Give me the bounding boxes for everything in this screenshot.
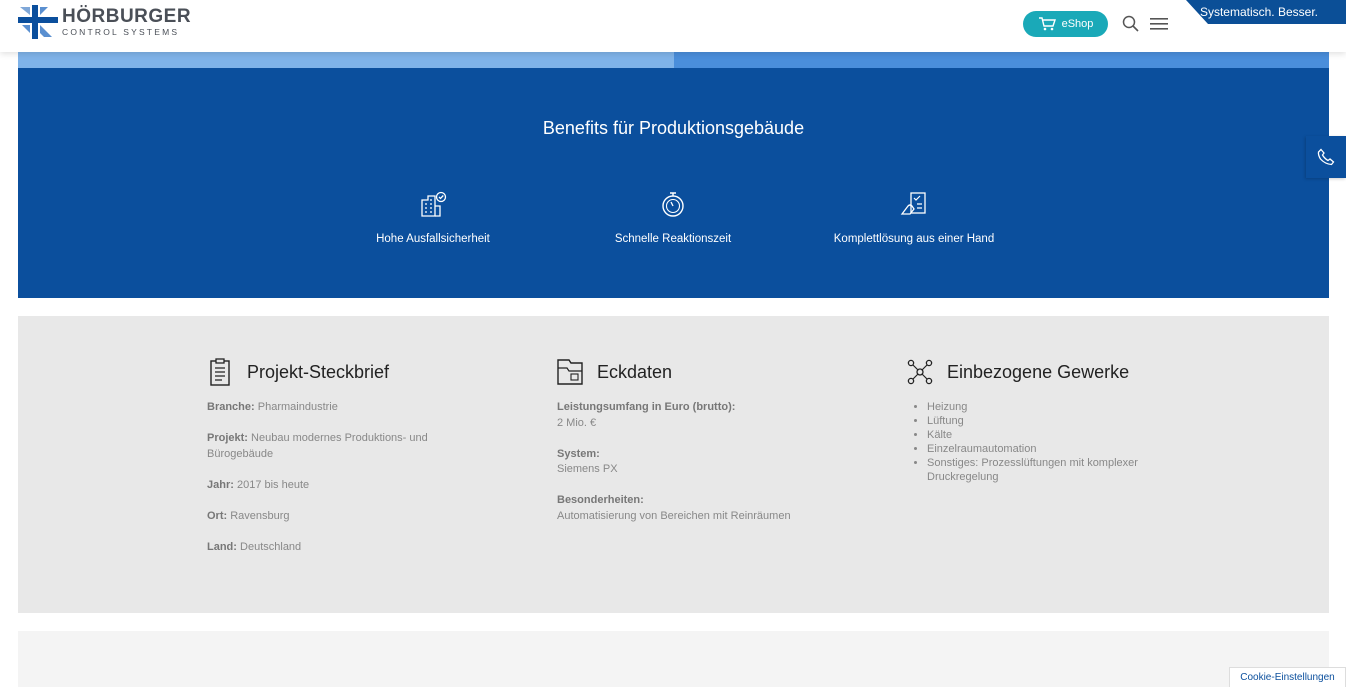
cookie-settings-button[interactable]: Cookie-Einstellungen xyxy=(1229,667,1346,687)
benefit-label: Schnelle Reaktionszeit xyxy=(614,233,732,245)
phone-contact-button[interactable] xyxy=(1306,136,1346,178)
ort-row: Ort: Ravensburg xyxy=(207,509,290,522)
logo-mark-icon xyxy=(18,5,58,39)
logo[interactable]: HÖRBURGER CONTROL SYSTEMS xyxy=(18,5,191,39)
list-item: Heizung xyxy=(927,400,1157,414)
projekt-row: Projekt: Neubau modernes Produktions- un… xyxy=(207,432,428,460)
logo-name: HÖRBURGER xyxy=(62,6,192,27)
project-info-section: Projekt-Steckbrief Branche: Pharmaindust… xyxy=(18,316,1329,613)
branche-row: Branche: Pharmaindustrie xyxy=(207,401,338,413)
network-icon xyxy=(907,359,933,385)
stopwatch-icon xyxy=(662,192,684,217)
benefit-label: Hohe Ausfallsicherheit xyxy=(376,233,490,245)
land-row: Land: Deutschland xyxy=(207,540,302,553)
folder-icon xyxy=(557,359,583,385)
benefit-item: Komplettlösung aus einer Hand xyxy=(804,190,1024,245)
cart-icon xyxy=(1038,17,1056,31)
tab-strip-right[interactable] xyxy=(674,52,1329,68)
eshop-label: eShop xyxy=(1061,18,1094,30)
hand-checklist-icon xyxy=(900,192,926,215)
eckdaten-title: Eckdaten xyxy=(597,361,673,382)
tab-strip-left[interactable] xyxy=(18,52,674,68)
eckdaten-column: Eckdaten Leistungsumfang in Euro (brutto… xyxy=(557,356,837,540)
benefits-title: Benefits für Produktionsgebäude xyxy=(542,118,805,138)
tagline-text: Systematisch. Besser. xyxy=(1199,5,1318,19)
hamburger-menu-icon[interactable] xyxy=(1150,17,1168,31)
benefit-item: Schnelle Reaktionszeit xyxy=(563,190,783,245)
logo-subtitle: CONTROL SYSTEMS xyxy=(62,27,180,37)
list-item: Einzelraumautomation xyxy=(927,442,1157,456)
gewerke-title: Einbezogene Gewerke xyxy=(947,361,1130,382)
steckbrief-column: Projekt-Steckbrief Branche: Pharmaindust… xyxy=(207,356,467,571)
phone-icon xyxy=(1317,148,1335,166)
benefit-label: Komplettlösung aus einer Hand xyxy=(833,233,995,245)
clipboard-icon xyxy=(210,358,230,386)
list-item: Lüftung xyxy=(927,414,1157,428)
jahr-row: Jahr: 2017 bis heute xyxy=(207,478,310,491)
building-check-icon xyxy=(421,191,447,217)
system-row: System: Siemens PX xyxy=(557,447,618,476)
tagline-banner: Systematisch. Besser. xyxy=(1186,0,1346,24)
list-item: Kälte xyxy=(927,428,1157,442)
cookie-settings-label: Cookie-Einstellungen xyxy=(1240,672,1335,683)
benefit-item: Hohe Ausfallsicherheit xyxy=(323,190,543,245)
umfang-row: Leistungsumfang in Euro (brutto): 2 Mio. … xyxy=(557,401,736,429)
besonderheiten-row: Besonderheiten: Automatisierung von Berei… xyxy=(557,494,791,522)
gewerke-column: Einbezogene Gewerke Heizung Lüftung Kält… xyxy=(907,356,1157,484)
steckbrief-title: Projekt-Steckbrief xyxy=(247,361,390,382)
eshop-button[interactable]: eShop xyxy=(1023,11,1108,37)
benefits-section: Benefits für Produktionsgebäude Hohe Aus… xyxy=(18,68,1329,298)
search-icon[interactable] xyxy=(1122,15,1140,33)
next-section xyxy=(18,631,1329,687)
gewerke-list: Heizung Lüftung Kälte Einzelraumautomati… xyxy=(907,400,1157,484)
site-header: HÖRBURGER CONTROL SYSTEMS eShop Systemat… xyxy=(0,0,1346,52)
list-item: Sonstiges: Prozesslüftungen mit komplexe… xyxy=(927,456,1157,484)
